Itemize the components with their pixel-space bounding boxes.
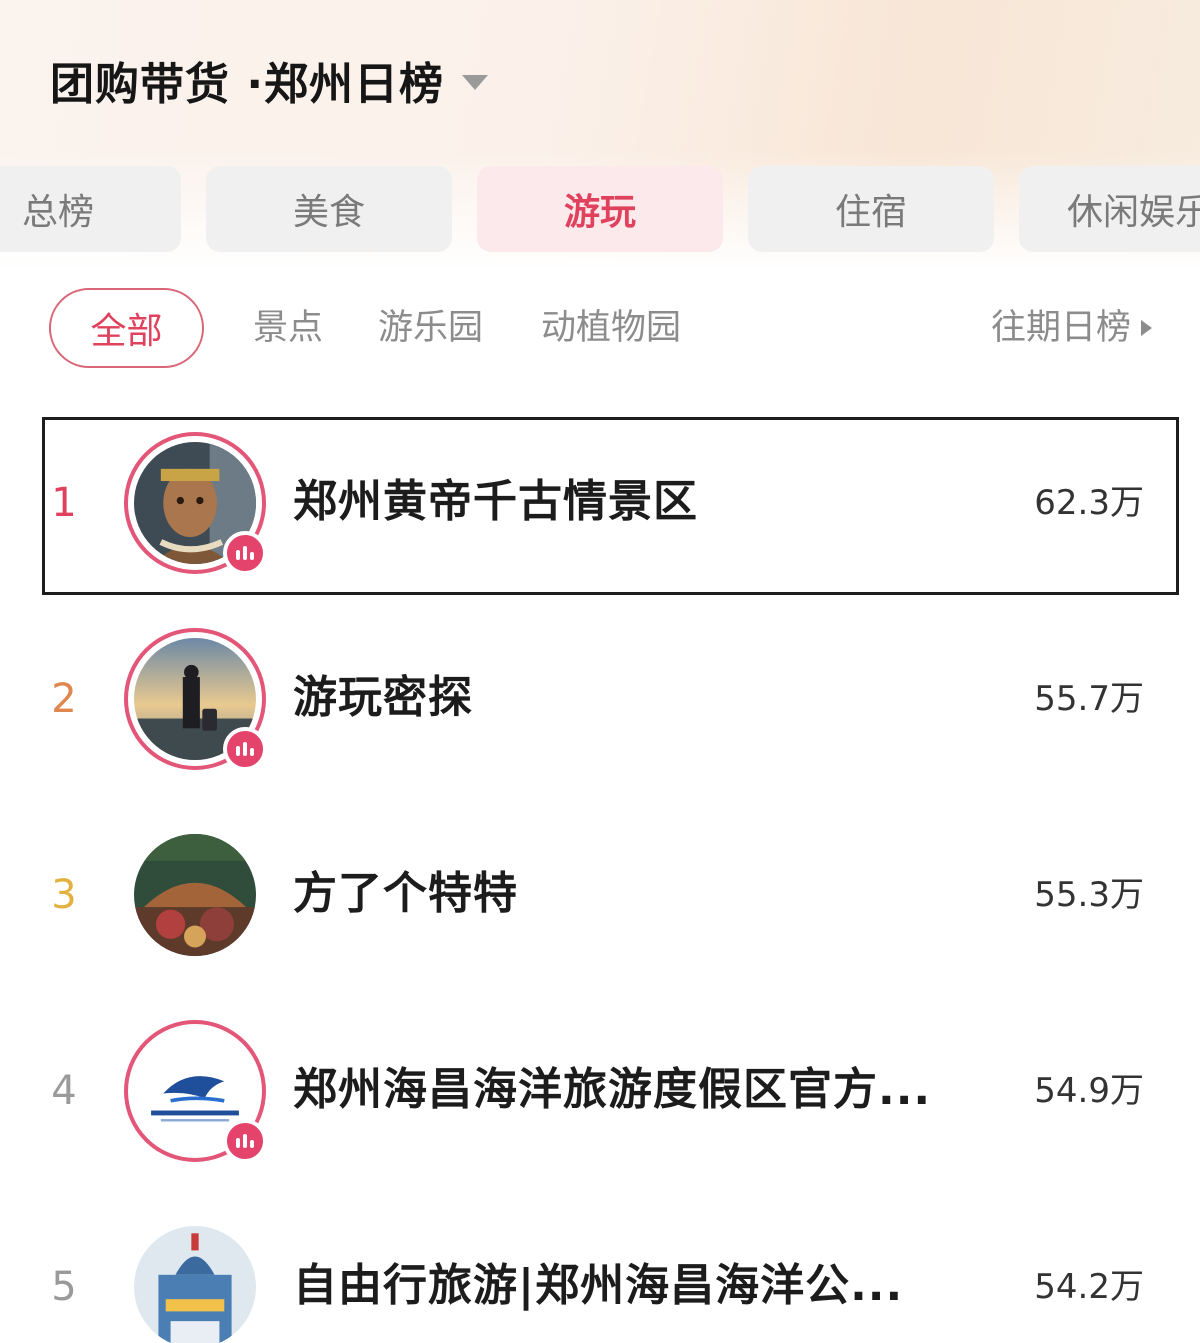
ranking-score: 55.3万: [1034, 875, 1144, 915]
live-badge-icon: [223, 1119, 267, 1163]
rank-number: 4: [51, 1068, 77, 1114]
avatar[interactable]: [124, 824, 266, 966]
live-badge-icon: [223, 727, 267, 771]
ranking-score: 54.9万: [1034, 1071, 1144, 1111]
list-item[interactable]: 5 自由行旅游|郑州海昌海洋公... 54.2万: [0, 1202, 1200, 1343]
list-item[interactable]: 4 郑州海昌海洋旅游度假区官方... 54.9万: [0, 1006, 1200, 1176]
ranking-list: 1 郑州黄帝千古情景区 62.3万 2 游玩密探 55.7万 3 方了个特特 5…: [0, 0, 1200, 1343]
list-item[interactable]: 3 方了个特特 55.3万: [0, 810, 1200, 980]
avatar-image: [134, 834, 256, 956]
ranking-name: 郑州海昌海洋旅游度假区官方...: [293, 1064, 932, 1115]
ranking-name: 方了个特特: [293, 868, 518, 919]
ranking-name: 自由行旅游|郑州海昌海洋公...: [293, 1260, 904, 1311]
avatar[interactable]: [124, 1216, 266, 1343]
rank-number: 5: [51, 1264, 77, 1310]
avatar[interactable]: [124, 432, 267, 575]
ranking-score: 54.2万: [1034, 1267, 1144, 1307]
rank-number: 3: [51, 872, 77, 918]
avatar[interactable]: [124, 1020, 267, 1163]
list-item[interactable]: 1 郑州黄帝千古情景区 62.3万: [0, 417, 1200, 595]
list-item[interactable]: 2 游玩密探 55.7万: [0, 614, 1200, 784]
ranking-score: 55.7万: [1034, 679, 1144, 719]
rank-number: 2: [51, 676, 77, 722]
ranking-score: 62.3万: [1034, 483, 1144, 523]
avatar[interactable]: [124, 628, 267, 771]
rank-number: 1: [51, 480, 77, 526]
ranking-name: 郑州黄帝千古情景区: [293, 476, 698, 527]
ranking-name: 游玩密探: [293, 672, 473, 723]
live-badge-icon: [223, 531, 267, 575]
avatar-image: [134, 1226, 256, 1343]
